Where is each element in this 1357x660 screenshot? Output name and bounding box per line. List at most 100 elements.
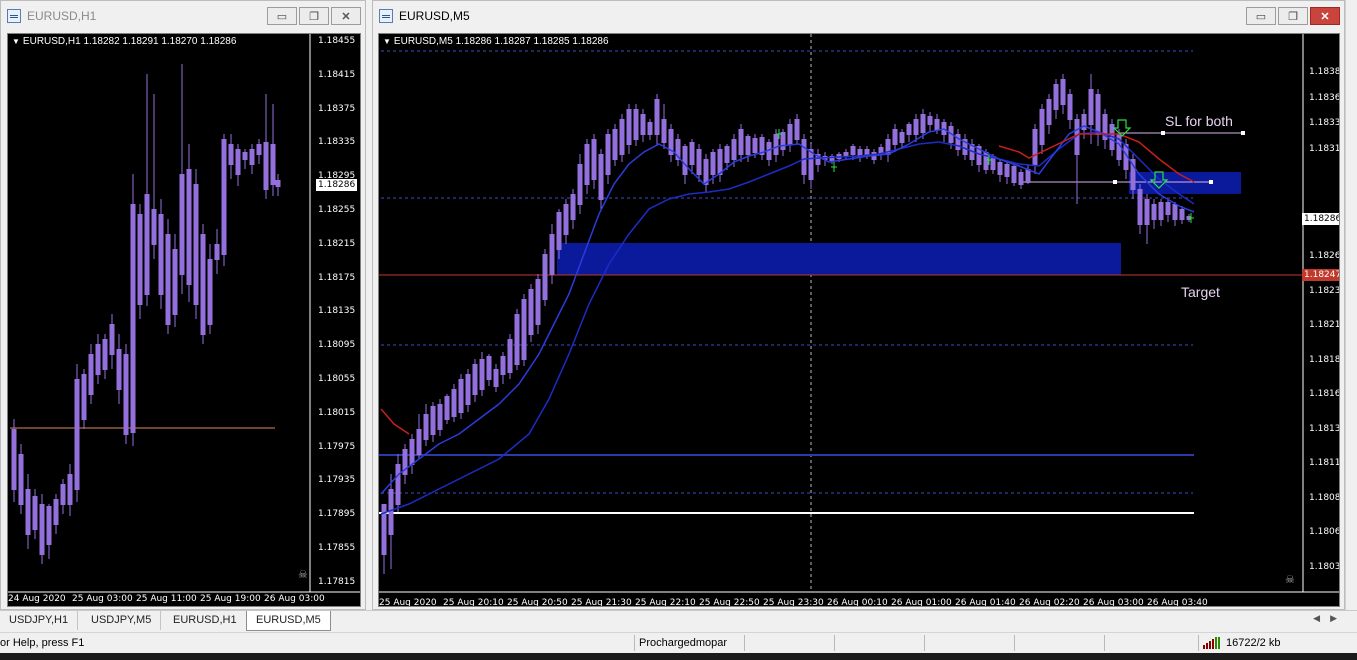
status-traffic: 16722/2 kb	[1226, 637, 1281, 649]
candle-body	[731, 139, 737, 160]
candle-body	[102, 339, 108, 370]
candle-body	[584, 144, 590, 185]
candle-body	[1053, 84, 1059, 110]
candle-body	[437, 404, 443, 430]
close-button[interactable]: ✕	[1310, 7, 1340, 25]
chart-window-icon	[379, 9, 393, 23]
moving-average-fast	[380, 125, 1195, 495]
candle-body	[18, 454, 24, 505]
candle-body	[619, 119, 625, 155]
candle-body	[1032, 129, 1038, 165]
tab-scroll-arrows-icon[interactable]: ◀▶	[1313, 613, 1347, 624]
candle-body	[521, 299, 527, 360]
collapse-triangle-icon[interactable]: ▼	[12, 37, 20, 46]
minimize-button[interactable]: ▭	[1246, 7, 1276, 25]
candle-body	[591, 139, 597, 180]
chart-canvas[interactable]: ▼ EURUSD,H1 1.18282 1.18291 1.18270 1.182…	[7, 33, 361, 607]
candle-body	[661, 119, 667, 143]
candle-body	[172, 249, 178, 315]
candle-body	[696, 149, 702, 175]
chart-canvas[interactable]: ▼ EURUSD,M5 1.18286 1.18287 1.18285 1.182…	[378, 33, 1340, 607]
tab-eurusd-m5[interactable]: EURUSD,M5	[246, 611, 331, 631]
price-tick-label: 1.18135	[318, 306, 356, 317]
candle-body	[60, 484, 66, 505]
maximize-button[interactable]: ❐	[1278, 7, 1308, 25]
candle-body	[1151, 204, 1157, 220]
time-tick-label: 26 Aug 03:00	[1083, 598, 1144, 607]
candle-body	[633, 109, 639, 140]
sl-annotation[interactable]: SL for both	[1165, 113, 1233, 129]
window-title: EURUSD,H1	[27, 9, 97, 23]
status-connection[interactable]: 16722/2 kb	[1198, 635, 1348, 651]
price-tick-label: 1.18255	[318, 205, 356, 215]
supply-zone	[1129, 172, 1241, 194]
candle-body	[528, 289, 534, 335]
close-button[interactable]: ✕	[331, 7, 361, 25]
time-tick-label: 26 Aug 01:40	[955, 598, 1016, 607]
candle-body	[430, 406, 436, 435]
candle-body	[780, 132, 786, 150]
taskbar-strip	[0, 653, 1357, 660]
candle-body	[416, 429, 422, 455]
candle-body	[1088, 89, 1094, 125]
workspace-edge	[1345, 0, 1357, 610]
candle-body	[563, 204, 569, 235]
candle-body	[46, 506, 52, 545]
time-tick-label: 26 Aug 01:00	[891, 598, 952, 607]
price-tick-label: 1.18095	[318, 340, 356, 351]
candle-body	[598, 154, 604, 200]
window-title: EURUSD,M5	[399, 9, 470, 23]
candle-body	[228, 144, 234, 165]
candle-body	[235, 149, 241, 175]
candle-body	[647, 122, 653, 135]
chart-window-eurusd-h1[interactable]: EURUSD,H1 ▭ ❐ ✕ ▼ EURUSD,H1 1.18282 1.182…	[0, 0, 366, 610]
candle-body	[39, 504, 45, 555]
candle-body	[640, 114, 646, 135]
price-tick-label: 1.18175	[318, 272, 356, 283]
candle-body	[787, 124, 793, 145]
candle-body	[1018, 172, 1024, 185]
candle-body	[11, 429, 17, 490]
window-titlebar[interactable]: EURUSD,H1 ▭ ❐ ✕	[1, 1, 365, 31]
target-annotation[interactable]: Target	[1181, 284, 1220, 300]
price-tick-label: 1.18160	[1309, 389, 1340, 399]
price-tick-label: 1.18110	[1309, 458, 1340, 468]
candle-body	[1004, 164, 1010, 177]
candle-body	[409, 439, 415, 465]
candle-body	[549, 234, 555, 275]
price-tick-label: 1.17895	[318, 509, 356, 520]
price-tick-label: 1.17975	[318, 441, 356, 452]
maximize-button[interactable]: ❐	[299, 7, 329, 25]
candle-body	[423, 414, 429, 440]
time-tick-label: 25 Aug 22:50	[699, 598, 760, 607]
tab-usdjpy-h1[interactable]: USDJPY,H1	[0, 611, 79, 630]
status-empty-4	[1014, 635, 1104, 651]
chart-tabs: USDJPY,H1 USDJPY,M5 EURUSD,H1 EURUSD,M5 …	[0, 610, 1357, 631]
candle-body	[626, 109, 632, 145]
expert-skull-icon: ☠	[1285, 574, 1295, 586]
candle-body	[193, 184, 199, 305]
candle-body	[81, 374, 87, 420]
target-price-badge: 1.18247	[1302, 269, 1339, 281]
window-titlebar[interactable]: EURUSD,M5 ▭ ❐ ✕	[373, 1, 1344, 31]
time-tick-label: 26 Aug 03:00	[264, 594, 325, 604]
candle-body	[275, 180, 281, 187]
candle-body	[542, 254, 548, 300]
candle-body	[144, 194, 150, 295]
collapse-triangle-icon[interactable]: ▼	[383, 37, 391, 46]
price-tick-label: 1.17935	[318, 475, 356, 486]
candle-body	[850, 146, 856, 155]
chart-symbol-header: ▼ EURUSD,H1 1.18282 1.18291 1.18270 1.182…	[12, 36, 236, 47]
candle-body	[465, 374, 471, 405]
price-tick-label: 1.18035	[1309, 561, 1340, 572]
price-tick-label: 1.17815	[318, 576, 356, 587]
connection-bars-icon	[1203, 637, 1220, 649]
time-tick-label: 25 Aug 03:00	[72, 594, 133, 604]
chart-window-eurusd-m5[interactable]: EURUSD,M5 ▭ ❐ ✕ ▼ EURUSD,M5 1.18286 1.182…	[372, 0, 1345, 610]
minimize-button[interactable]: ▭	[267, 7, 297, 25]
tab-usdjpy-m5[interactable]: USDJPY,M5	[82, 611, 162, 630]
tab-eurusd-h1[interactable]: EURUSD,H1	[164, 611, 247, 630]
candle-body	[801, 139, 807, 175]
candle-body	[1011, 166, 1017, 183]
time-tick-label: 25 Aug 20:10	[443, 598, 504, 607]
